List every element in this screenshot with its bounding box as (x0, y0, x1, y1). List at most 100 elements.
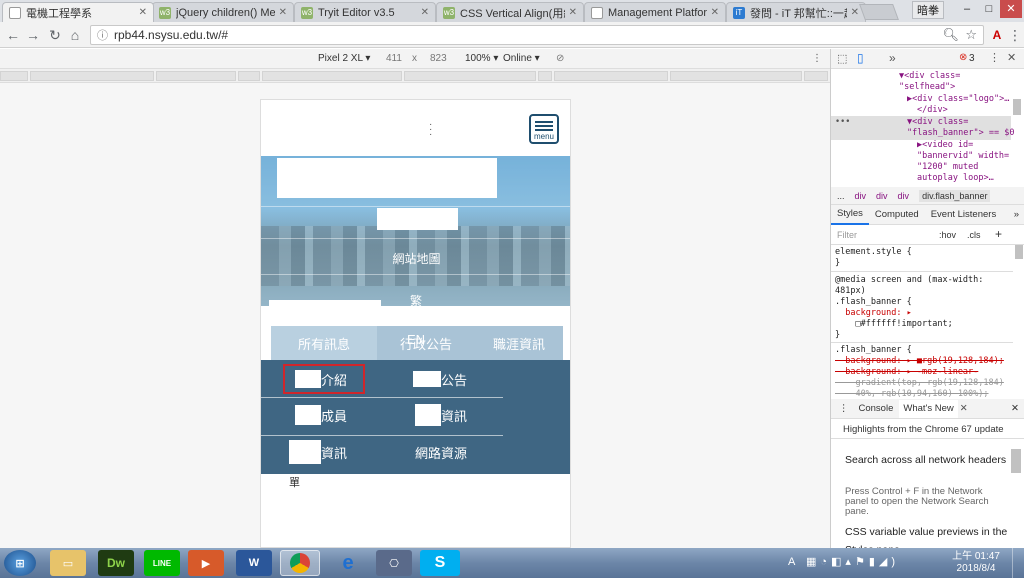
home-icon[interactable]: ⌂ (66, 26, 84, 44)
close-window-button[interactable]: ✕ (1000, 0, 1022, 18)
ie-icon[interactable]: e (330, 550, 366, 576)
browser-tab-5[interactable]: iT 發問 - iT 邦幫忙::一起幫 ✕ (726, 2, 866, 22)
filter-input[interactable]: Filter (837, 230, 857, 240)
ellipsis-icon[interactable]: ••• (835, 117, 850, 128)
browser-tab-4[interactable]: Management Platform ✕ (584, 2, 726, 22)
link-info-2[interactable]: 資訊 (289, 438, 347, 466)
close-icon[interactable]: ✕ (569, 7, 577, 18)
close-icon[interactable]: ✕ (421, 7, 429, 18)
chrome-icon[interactable] (280, 550, 320, 576)
zoom-select[interactable]: 100% ▾ (465, 53, 498, 64)
link-web-resources[interactable]: 網路資源 (415, 440, 467, 464)
profile-button[interactable]: 暗拳 (912, 1, 944, 19)
media-player-icon[interactable]: ▶ (188, 550, 224, 576)
tab-event-listeners[interactable]: Event Listeners (925, 209, 1002, 220)
skype-icon[interactable]: S (420, 550, 460, 576)
ruler-segment[interactable] (554, 71, 668, 81)
breadcrumb-item[interactable]: div.flash_banner (919, 189, 991, 202)
close-icon[interactable]: ✕ (851, 7, 859, 18)
code-line[interactable]: "flash_banner"> == $0 (907, 128, 1014, 139)
style-line[interactable]: background: ▸ -moz-linear- (835, 367, 978, 378)
style-line[interactable]: background: ▸ (835, 308, 912, 319)
ruler-segment[interactable] (404, 71, 536, 81)
browser-tab-3[interactable]: w3 CSS Vertical Align(用純 ✕ (436, 2, 584, 22)
lang-trad-link[interactable]: 繁 (391, 292, 441, 309)
breadcrumb-item[interactable]: div (855, 191, 867, 201)
chrome-menu-icon[interactable]: ⋮ (1006, 26, 1024, 44)
link-announcements[interactable]: 公告 (413, 368, 467, 390)
ruler-segment[interactable] (30, 71, 154, 81)
network-tool-icon[interactable]: ⎔ (376, 550, 412, 576)
show-desktop-button[interactable] (1012, 548, 1024, 578)
tray-icons[interactable]: ▦◔◧▴⚑▮◢) (806, 555, 899, 568)
ruler-segment[interactable] (804, 71, 828, 81)
redacted-link[interactable] (377, 208, 458, 230)
lang-en-link[interactable]: EN (391, 332, 441, 347)
close-icon[interactable]: ✕ (1007, 51, 1016, 64)
menu-icon[interactable]: ⋮ (835, 403, 853, 414)
scrollbar[interactable] (1013, 99, 1021, 115)
code-line[interactable]: ▶<video id= (917, 140, 973, 151)
browser-tab-0[interactable]: 電機工程學系 ✕ (2, 2, 154, 22)
ruler-segment[interactable] (0, 71, 28, 81)
style-line[interactable]: background: ▸ ■rgb(19,128,184); (835, 356, 1004, 367)
word-icon[interactable]: W (236, 550, 272, 576)
media-query-ruler[interactable] (0, 69, 830, 83)
rotate-icon[interactable]: ⊘ (556, 53, 564, 64)
new-tab-button[interactable] (859, 4, 899, 20)
height-input[interactable]: 823 (430, 53, 447, 64)
browser-tab-1[interactable]: w3 jQuery children() Meth ✕ (152, 2, 294, 22)
device-select[interactable]: Pixel 2 XL ▾ (318, 53, 370, 64)
ruler-segment[interactable] (670, 71, 802, 81)
code-line[interactable]: "selfhead"> (899, 82, 955, 93)
more-tabs-icon[interactable]: » (1014, 209, 1019, 220)
close-drawer-icon[interactable]: ✕ (1011, 403, 1019, 414)
search-icon[interactable]: 🔍︎ (942, 27, 959, 43)
ruler-segment[interactable] (262, 71, 402, 81)
code-line[interactable]: "1200" muted (917, 162, 978, 173)
tab-all-news[interactable]: 所有訊息 (271, 326, 377, 360)
star-icon[interactable]: ☆ (965, 27, 977, 43)
code-line[interactable]: </div> (917, 105, 948, 116)
close-icon[interactable]: ✕ (960, 403, 968, 414)
start-button[interactable]: ⊞ (4, 550, 36, 576)
clock[interactable]: 上午 01:47 2018/8/4 (946, 551, 1006, 575)
ime-indicator[interactable]: A (788, 556, 795, 568)
link-intro[interactable]: 介紹 (283, 364, 365, 394)
tab-career-info[interactable]: 職涯資訊 (475, 326, 563, 360)
ruler-segment[interactable] (538, 71, 552, 81)
more-icon[interactable]: ⋮ (812, 53, 822, 64)
browser-tab-2[interactable]: w3 Tryit Editor v3.5 ✕ (294, 2, 436, 22)
link-members[interactable]: 成員 (295, 402, 347, 428)
close-icon[interactable]: ✕ (139, 7, 147, 18)
add-rule-icon[interactable]: + (995, 227, 1002, 241)
tab-computed[interactable]: Computed (869, 209, 925, 220)
inspect-icon[interactable]: ⬚ (837, 52, 847, 65)
code-line[interactable]: ▼<div class= (899, 71, 960, 82)
hov-toggle[interactable]: :hov (939, 230, 956, 240)
code-line[interactable]: "bannervid" width= (917, 151, 1009, 162)
breadcrumb-item[interactable]: div (898, 191, 910, 201)
maximize-button[interactable]: □ (978, 0, 1000, 18)
dreamweaver-icon[interactable]: Dw (98, 550, 134, 576)
tab-console[interactable]: Console (853, 403, 900, 414)
code-line[interactable]: autoplay loop>… (917, 173, 994, 184)
explorer-icon[interactable]: ▭ (50, 550, 86, 576)
close-icon[interactable]: ✕ (279, 7, 287, 18)
back-icon[interactable]: ← (4, 26, 22, 44)
info-icon[interactable]: ⓘ (97, 27, 108, 43)
menu-button[interactable]: menu (529, 114, 559, 144)
scrollbar[interactable] (1015, 245, 1023, 259)
error-icon[interactable]: ⊗ (959, 52, 967, 63)
ruler-segment[interactable] (156, 71, 236, 81)
sitemap-link[interactable]: 網站地圖 (341, 250, 492, 267)
close-icon[interactable]: ✕ (711, 7, 719, 18)
cls-toggle[interactable]: .cls (967, 230, 981, 240)
width-input[interactable]: 411 (386, 53, 402, 64)
device-mode-icon[interactable]: ▯ (857, 51, 864, 65)
more-tabs-icon[interactable]: » (889, 51, 896, 65)
breadcrumb-item[interactable]: ... (837, 191, 845, 201)
minimize-button[interactable]: – (956, 0, 978, 18)
address-bar[interactable]: ⓘ rpb44.nsysu.edu.tw/# 🔍︎ ☆ (90, 25, 984, 45)
code-line[interactable]: ▼<div class= (907, 117, 968, 128)
